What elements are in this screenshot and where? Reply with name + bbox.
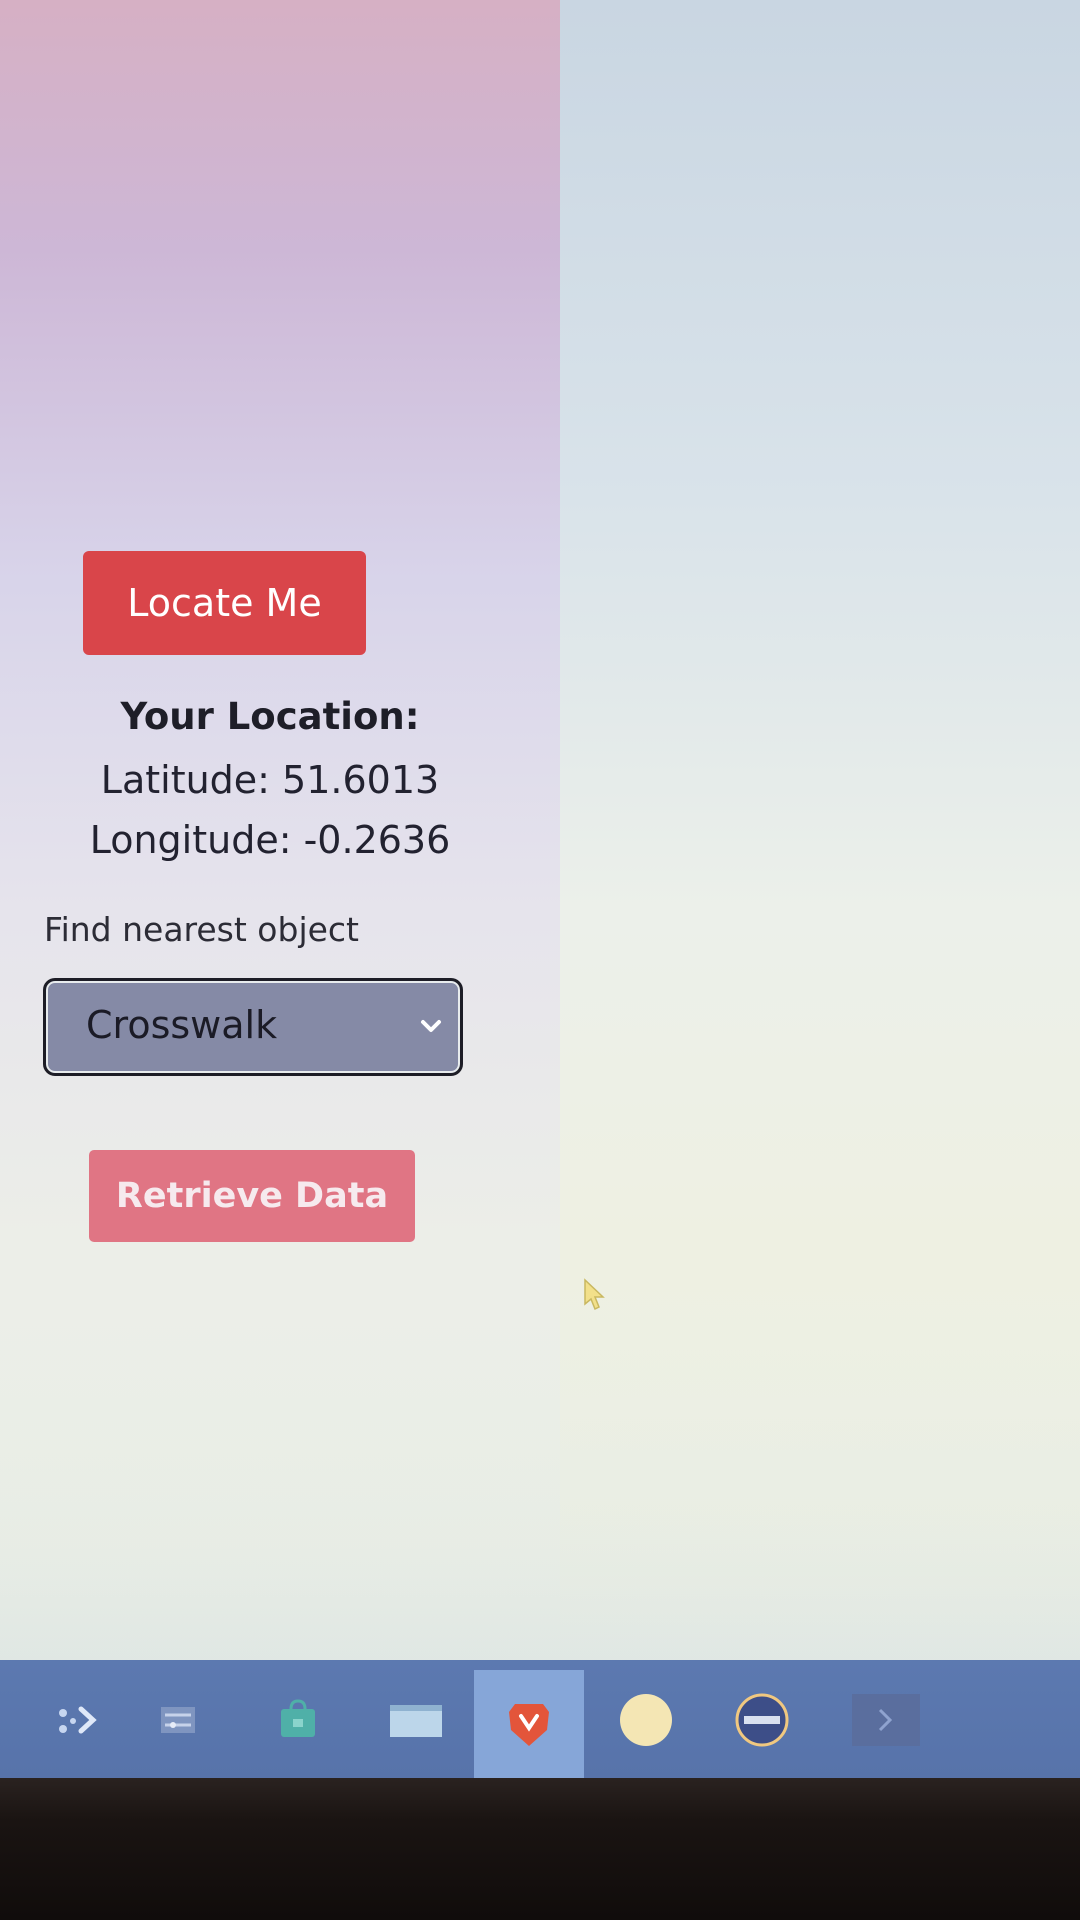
taskbar-circle-app[interactable] <box>608 1682 684 1758</box>
media-player-icon <box>735 1693 789 1747</box>
terminal-icon <box>852 1694 920 1746</box>
location-heading: Your Location: <box>120 695 420 738</box>
circle-app-icon <box>620 1694 672 1746</box>
longitude-text: Longitude: -0.2636 <box>89 818 451 862</box>
latitude-text: Latitude: 51.6013 <box>100 758 440 802</box>
object-type-select[interactable]: Crosswalk <box>43 978 463 1076</box>
taskbar-settings[interactable] <box>140 1682 216 1758</box>
taskbar-terminal[interactable] <box>836 1682 936 1758</box>
brave-browser-icon <box>509 1704 549 1746</box>
page-background <box>560 0 1080 1660</box>
settings-sliders-icon <box>161 1707 195 1733</box>
taskbar-files[interactable] <box>378 1682 454 1758</box>
select-value: Crosswalk <box>86 1003 278 1047</box>
chevron-down-icon <box>421 1020 441 1032</box>
taskbar-store[interactable] <box>260 1682 336 1758</box>
taskbar-brave[interactable] <box>474 1670 584 1778</box>
store-bag-icon <box>281 1699 315 1737</box>
taskbar-app-launcher[interactable] <box>38 1682 114 1758</box>
app-launcher-icon <box>59 1706 97 1734</box>
monitor-bezel <box>0 1778 1080 1920</box>
taskbar-media[interactable] <box>724 1682 800 1758</box>
find-nearest-label: Find nearest object <box>44 910 359 949</box>
files-folder-icon <box>390 1705 442 1737</box>
locate-me-button[interactable]: Locate Me <box>83 551 366 655</box>
mouse-pointer-icon <box>584 1278 605 1311</box>
retrieve-data-button[interactable]: Retrieve Data <box>89 1150 415 1242</box>
taskbar <box>0 1660 1080 1778</box>
